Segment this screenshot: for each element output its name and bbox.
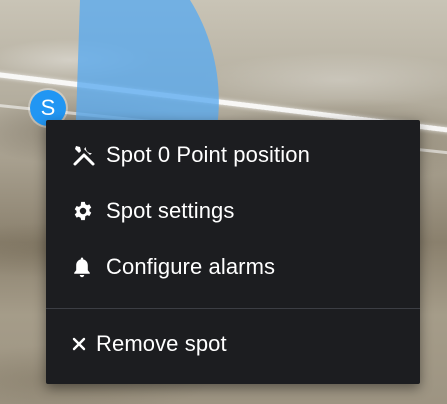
menu-item-label: Spot 0 Point position xyxy=(106,142,310,167)
tools-icon xyxy=(72,143,100,167)
spot-context-menu: Spot 0 Point position Spot settings Conf… xyxy=(46,120,420,384)
menu-item-label: Configure alarms xyxy=(106,254,276,279)
menu-item-remove-spot[interactable]: Remove spot xyxy=(72,331,227,357)
menu-item-point-position[interactable]: Spot 0 Point position xyxy=(72,142,310,168)
bell-icon xyxy=(72,255,100,279)
gear-icon xyxy=(72,199,100,223)
menu-divider xyxy=(46,308,420,309)
menu-item-spot-settings[interactable]: Spot settings xyxy=(72,198,235,224)
close-icon xyxy=(72,332,92,356)
menu-item-label: Remove spot xyxy=(96,331,227,356)
menu-item-label: Spot settings xyxy=(106,198,235,223)
spot-marker-letter: S xyxy=(40,95,56,120)
menu-item-configure-alarms[interactable]: Configure alarms xyxy=(72,254,275,280)
